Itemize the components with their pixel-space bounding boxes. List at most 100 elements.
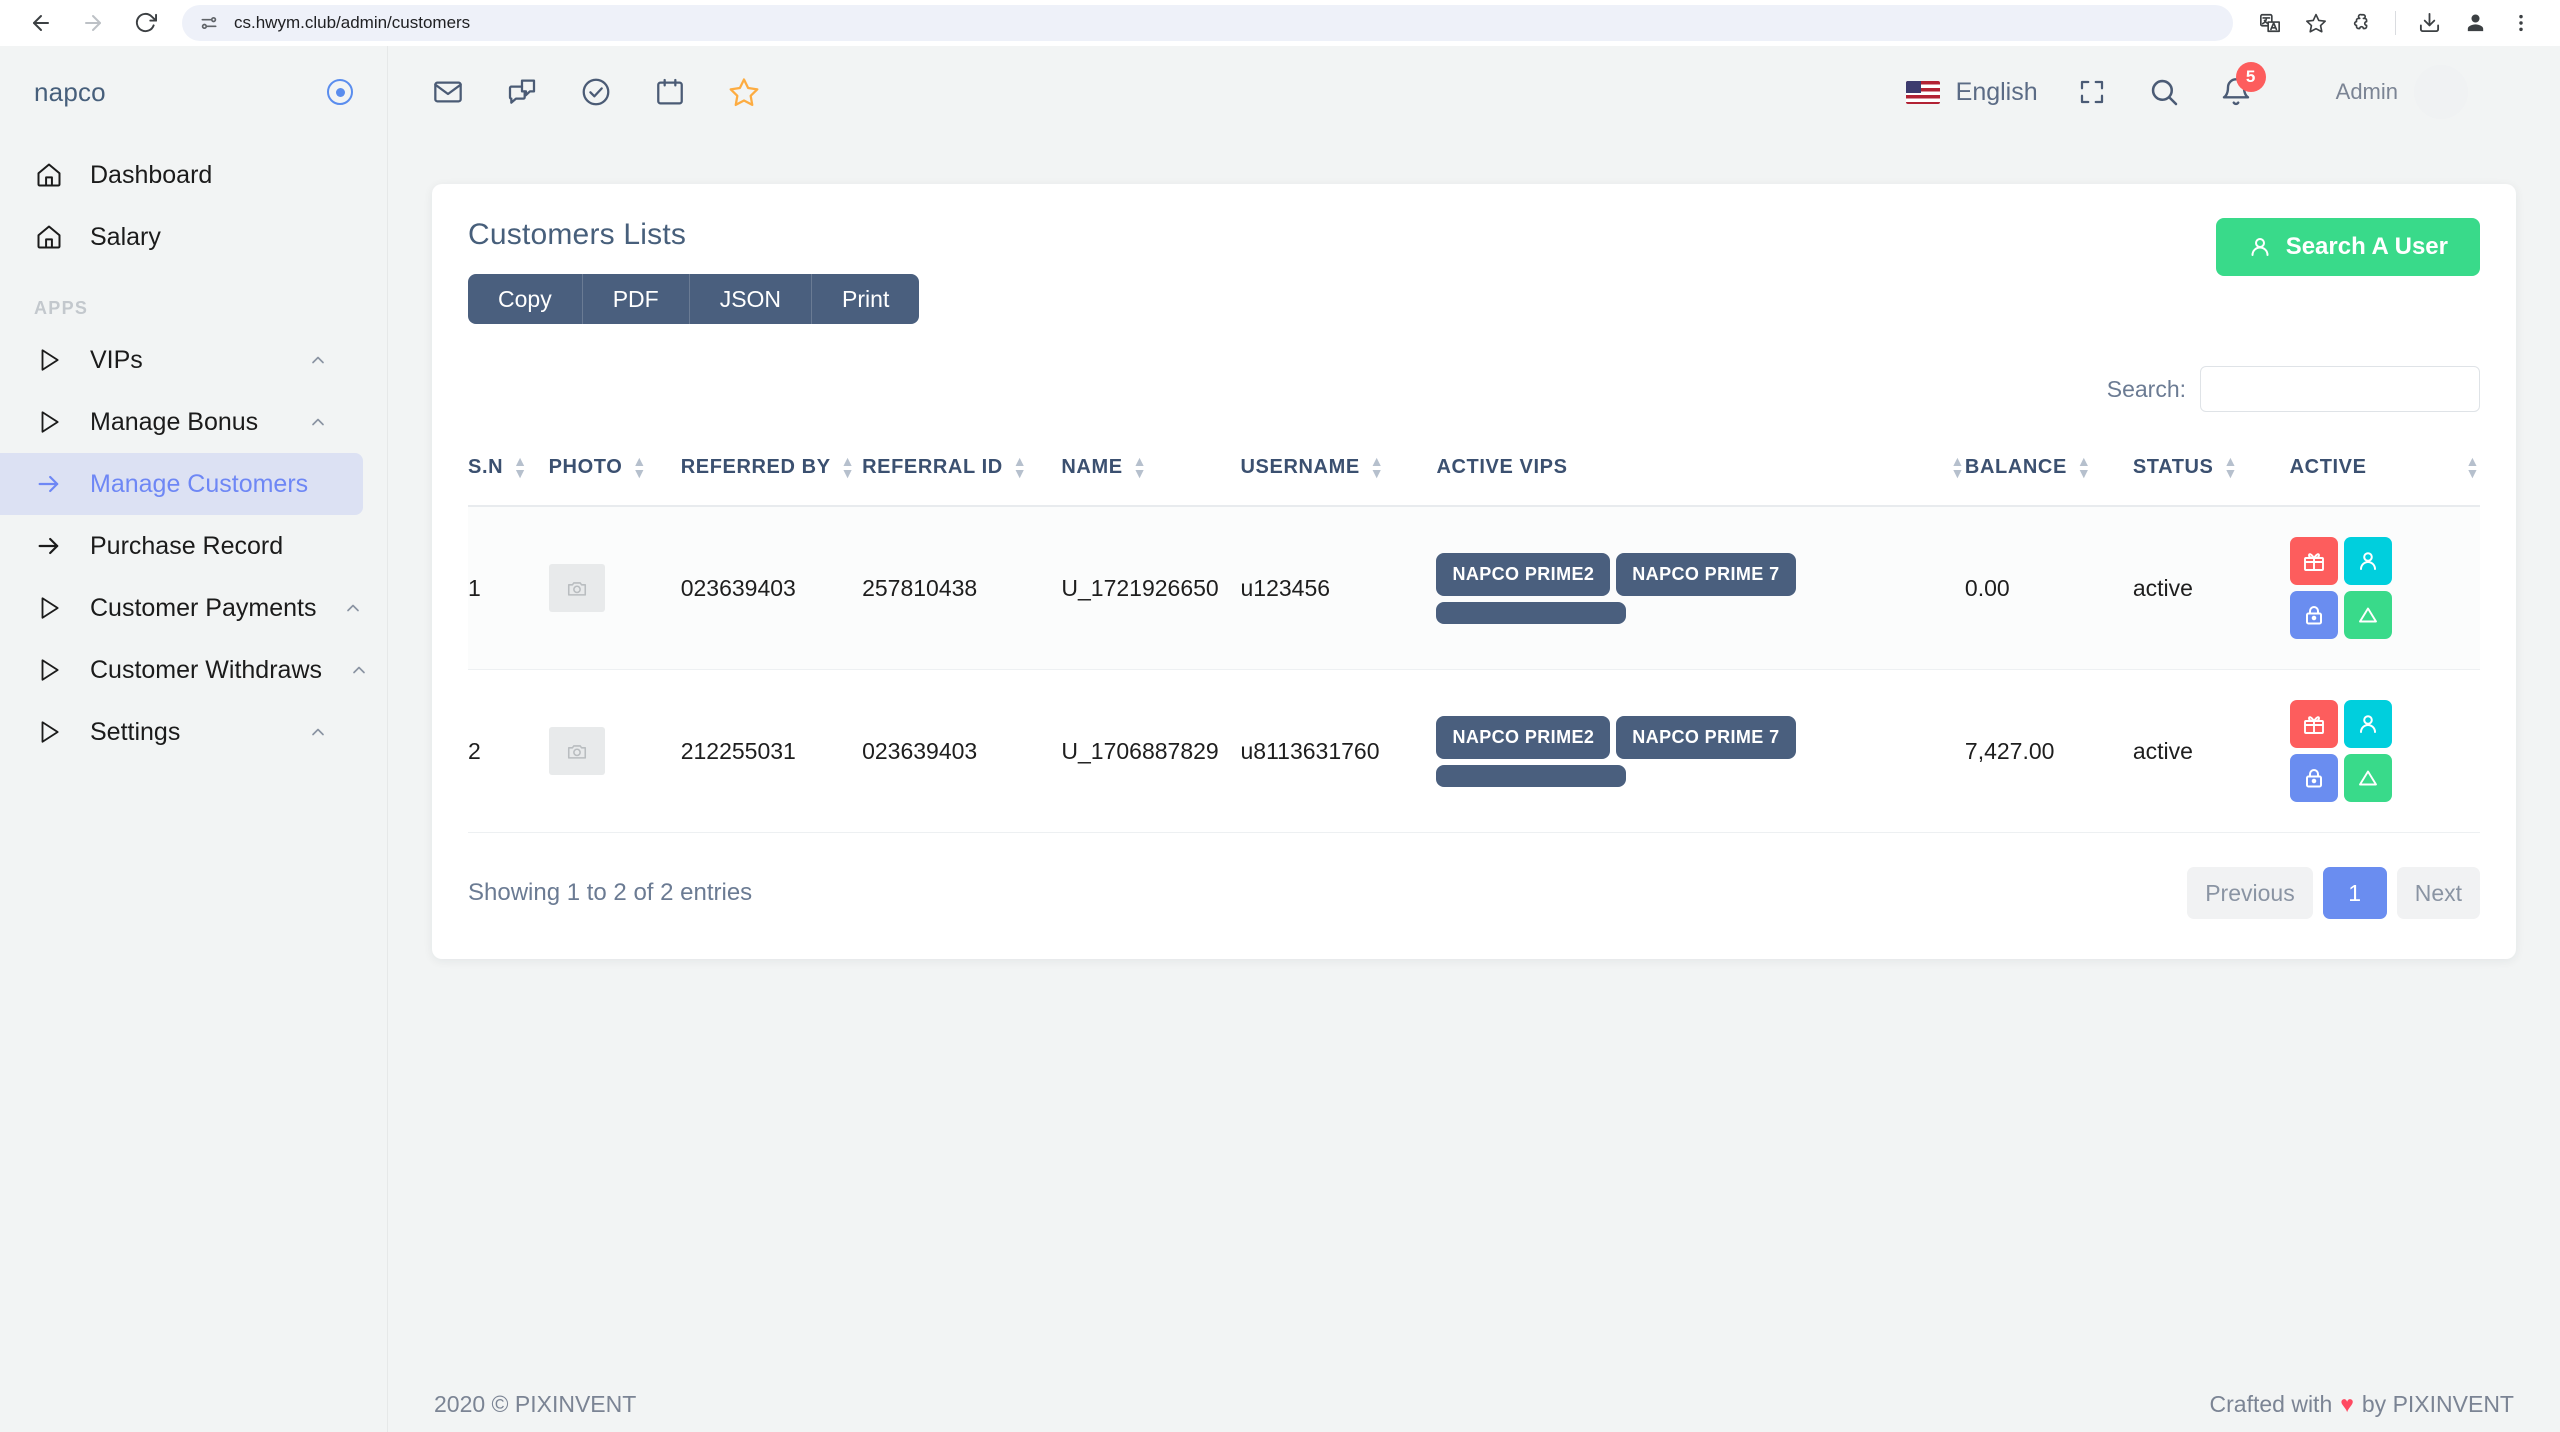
app-shell: napco Dashboard Salary APPS — [0, 46, 2560, 1432]
notification-badge: 5 — [2236, 62, 2266, 92]
language-selector[interactable]: English — [1906, 78, 2038, 107]
chevron-up-icon[interactable] — [307, 722, 329, 742]
sidebar-item-manage-bonus[interactable]: Manage Bonus — [0, 391, 363, 453]
bookmark-star-icon[interactable] — [2295, 2, 2337, 44]
copy-button[interactable]: Copy — [468, 274, 583, 324]
table-row[interactable]: 2 212255031 023639403 U_1706887829 u8113… — [468, 670, 2480, 833]
search-icon[interactable] — [2146, 74, 2182, 110]
downloads-icon[interactable] — [2408, 2, 2450, 44]
column-header-active[interactable]: ACTIVE▲▼ — [2290, 440, 2480, 506]
chevron-up-icon[interactable] — [307, 350, 329, 370]
sidebar-item-vips[interactable]: VIPs — [0, 329, 363, 391]
calendar-icon[interactable] — [652, 74, 688, 110]
column-header-active-vips[interactable]: ACTIVE VIPS ▲▼ — [1436, 440, 1964, 506]
cell-status: active — [2133, 670, 2290, 833]
chevron-up-icon[interactable] — [307, 412, 329, 432]
table-row[interactable]: 1 023639403 257810438 U_1721926650 u1234… — [468, 506, 2480, 670]
footer-crafted-suffix: by PIXINVENT — [2362, 1391, 2514, 1418]
export-toolbar: Copy PDF JSON Print — [468, 274, 919, 324]
pdf-button[interactable]: PDF — [583, 274, 690, 324]
user-icon-button[interactable] — [2344, 537, 2392, 585]
column-header-balance[interactable]: BALANCE▲▼ — [1965, 440, 2133, 506]
column-header-referred-by[interactable]: REFERRED BY▲▼ — [681, 440, 862, 506]
cell-actions — [2290, 506, 2480, 670]
cell-balance: 0.00 — [1965, 506, 2133, 670]
sidebar-item-customer-payments[interactable]: Customer Payments — [0, 577, 363, 639]
site-info-icon[interactable] — [198, 12, 220, 34]
search-input[interactable] — [2200, 366, 2480, 412]
column-label: NAME — [1061, 456, 1122, 479]
sidebar-item-customer-withdraws[interactable]: Customer Withdraws — [0, 639, 363, 701]
sidebar-item-settings[interactable]: Settings — [0, 701, 363, 763]
gift-icon-button[interactable] — [2290, 537, 2338, 585]
lock-icon-button[interactable] — [2290, 754, 2338, 802]
sidebar-item-label: Customer Withdraws — [90, 656, 322, 685]
sidebar-item-salary[interactable]: Salary — [0, 206, 363, 268]
lock-icon-button[interactable] — [2290, 591, 2338, 639]
chevron-up-icon[interactable] — [342, 598, 364, 618]
sort-arrows-icon[interactable]: ▲▼ — [1133, 457, 1147, 478]
admin-profile[interactable]: Admin — [2336, 65, 2468, 119]
json-button[interactable]: JSON — [690, 274, 812, 324]
column-label: USERNAME — [1241, 456, 1360, 479]
translate-icon[interactable] — [2249, 2, 2291, 44]
sort-arrows-icon[interactable]: ▲▼ — [2077, 457, 2091, 478]
column-header-photo[interactable]: PHOTO▲▼ — [549, 440, 681, 506]
column-label: ACTIVE VIPS — [1436, 456, 1567, 479]
cell-sn: 2 — [468, 670, 549, 833]
star-icon[interactable] — [726, 74, 762, 110]
column-header-name[interactable]: NAME ▲▼ — [1061, 440, 1240, 506]
column-header-status[interactable]: STATUS▲▼ — [2133, 440, 2290, 506]
print-button[interactable]: Print — [812, 274, 919, 324]
search-label: Search: — [2107, 376, 2186, 403]
card-header: Customers Lists Copy PDF JSON Print — [468, 218, 2480, 324]
vip-badge: NAPCO PRIME 7 — [1616, 716, 1795, 759]
profile-avatar-icon[interactable] — [2454, 2, 2496, 44]
chat-icon[interactable] — [504, 74, 540, 110]
pagination-page-1-button[interactable]: 1 — [2323, 867, 2387, 919]
extensions-icon[interactable] — [2341, 2, 2383, 44]
address-bar[interactable]: cs.hwym.club/admin/customers — [182, 5, 2233, 41]
notifications-bell-icon[interactable]: 5 — [2218, 74, 2254, 110]
mail-icon[interactable] — [430, 74, 466, 110]
sidebar-nav: Dashboard Salary APPS VIPs — [0, 144, 387, 763]
sort-arrows-icon[interactable]: ▲▼ — [2224, 457, 2238, 478]
column-label: REFERRAL ID — [862, 456, 1003, 479]
sidebar-item-manage-customers[interactable]: Manage Customers — [0, 453, 363, 515]
browser-toolbar: cs.hwym.club/admin/customers — [0, 0, 2560, 46]
search-a-user-button[interactable]: Search A User — [2216, 218, 2480, 276]
sort-arrows-icon[interactable]: ▲▼ — [1370, 457, 1384, 478]
column-header-username[interactable]: USERNAME ▲▼ — [1241, 440, 1437, 506]
browser-menu-icon[interactable] — [2500, 2, 2542, 44]
browser-back-button[interactable] — [18, 0, 64, 46]
triangle-icon-button[interactable] — [2344, 754, 2392, 802]
main-content: English 5 Admin — [388, 46, 2560, 1432]
sidebar-brand[interactable]: napco — [0, 46, 387, 138]
pagination-next-button[interactable]: Next — [2397, 867, 2480, 919]
home-icon — [34, 222, 64, 252]
sort-arrows-icon[interactable]: ▲▼ — [513, 457, 527, 478]
column-header-sn[interactable]: S.N▲▼ — [468, 440, 549, 506]
sort-arrows-icon[interactable]: ▲▼ — [632, 457, 646, 478]
avatar — [2414, 65, 2468, 119]
user-icon-button[interactable] — [2344, 700, 2392, 748]
browser-reload-button[interactable] — [122, 0, 168, 46]
sort-arrows-icon[interactable]: ▲▼ — [841, 457, 855, 478]
sort-arrows-icon[interactable]: ▲▼ — [1013, 457, 1027, 478]
sidebar-item-dashboard[interactable]: Dashboard — [0, 144, 363, 206]
check-circle-icon[interactable] — [578, 74, 614, 110]
column-header-referral-id[interactable]: REFERRAL ID ▲▼ — [862, 440, 1061, 506]
gift-icon-button[interactable] — [2290, 700, 2338, 748]
triangle-icon-button[interactable] — [2344, 591, 2392, 639]
fullscreen-icon[interactable] — [2074, 74, 2110, 110]
us-flag-icon — [1906, 81, 1940, 104]
image-not-found-placeholder-icon — [549, 564, 605, 612]
browser-actions — [2249, 2, 2542, 44]
sort-arrows-icon[interactable]: ▲▼ — [2466, 457, 2480, 478]
chevron-up-icon[interactable] — [348, 660, 370, 680]
browser-forward-button[interactable] — [70, 0, 116, 46]
sort-arrows-icon[interactable]: ▲▼ — [1950, 457, 1964, 478]
sidebar-item-purchase-record[interactable]: Purchase Record — [0, 515, 363, 577]
pagination-previous-button[interactable]: Previous — [2187, 867, 2312, 919]
sidebar-collapse-toggle-icon[interactable] — [327, 79, 353, 105]
